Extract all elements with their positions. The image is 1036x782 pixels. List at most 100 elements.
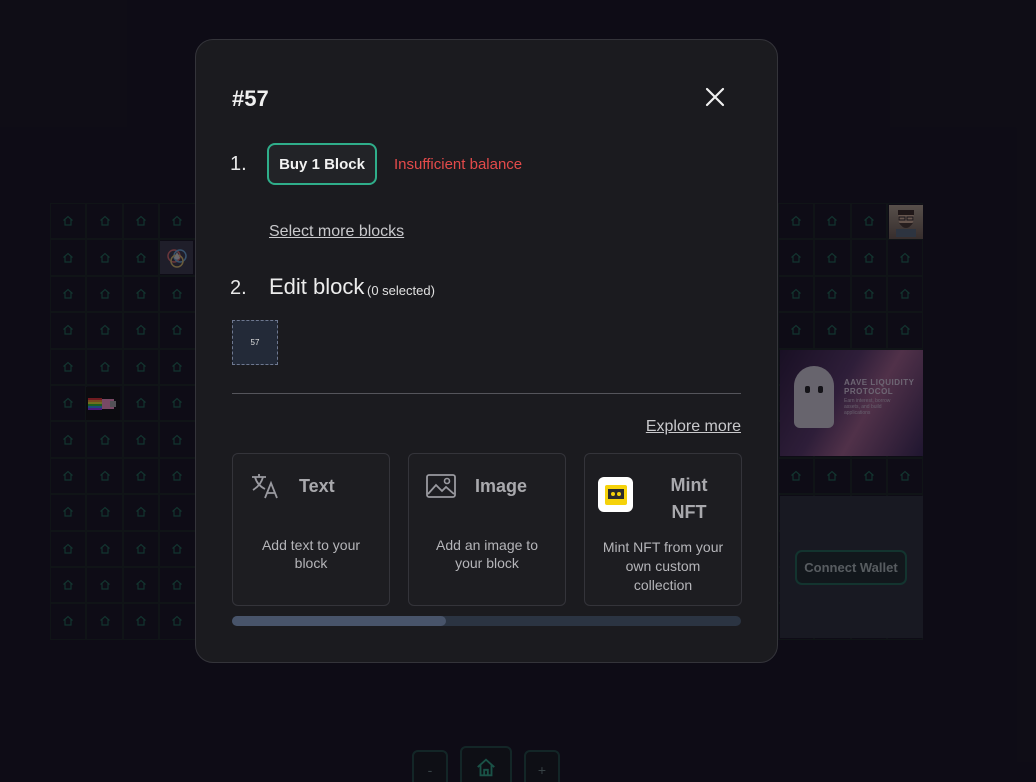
home-button[interactable] [460,746,512,782]
step-1-number: 1. [230,153,247,175]
explore-more-link[interactable]: Explore more [646,418,741,436]
home-icon [863,252,874,263]
grid-block[interactable] [777,203,815,240]
grid-block[interactable] [122,421,160,458]
zoom-in-button[interactable]: + [524,750,560,782]
home-icon [477,758,495,777]
grid-block[interactable] [86,239,123,276]
grid-block[interactable] [50,384,87,422]
grid-block[interactable] [122,603,160,640]
grid-block[interactable] [159,457,196,495]
grid-block[interactable] [86,421,123,458]
home-icon [827,215,838,226]
grid-block[interactable] [50,348,87,385]
grid-block[interactable] [50,275,87,313]
grid-block[interactable] [886,275,924,313]
grid-block[interactable] [850,203,887,240]
image-card[interactable]: Image Add an image to your block [408,453,566,606]
grid-block[interactable] [886,239,924,276]
grid-block[interactable] [159,348,196,385]
grid-block[interactable] [814,275,851,313]
grid-block[interactable] [777,312,815,349]
home-icon [136,252,146,263]
grid-block[interactable] [159,421,196,458]
grid-block[interactable] [122,566,160,604]
buy-block-button[interactable]: Buy 1 Block [267,143,377,185]
grid-block[interactable] [50,603,87,640]
grid-block[interactable] [86,348,123,385]
grid-block[interactable] [886,457,924,495]
home-icon [791,325,801,335]
grid-block[interactable] [86,275,123,313]
grid-block[interactable] [122,203,160,240]
image-icon [426,474,456,498]
eth-logo-block[interactable] [160,241,193,274]
grid-block[interactable] [50,421,87,458]
grid-block[interactable] [50,239,87,276]
grid-block[interactable] [50,312,87,349]
grid-block[interactable] [122,275,160,313]
grid-block[interactable] [122,239,160,276]
grid-block[interactable] [814,203,851,240]
aave-banner-block[interactable]: AAVE LIQUIDITY PROTOCOL Earn interest, b… [780,350,923,456]
grid-block[interactable] [86,566,123,604]
grid-block[interactable] [122,530,160,567]
grid-block[interactable] [50,566,87,604]
grid-block[interactable] [122,312,160,349]
grid-block[interactable] [86,603,123,640]
close-button[interactable] [702,84,728,110]
grid-block[interactable] [850,312,887,349]
grid-block[interactable] [86,203,123,240]
mint-nft-card[interactable]: Mint NFT Mint NFT from your own custom c… [584,453,742,606]
grid-block[interactable] [159,275,196,313]
grid-block[interactable] [122,384,160,422]
grid-block[interactable] [86,457,123,495]
grid-block[interactable] [159,312,196,349]
selected-block-chip[interactable]: 57 [232,320,278,365]
home-icon [791,288,801,299]
grid-block[interactable] [86,312,123,349]
zoom-out-button[interactable]: - [412,750,448,782]
connect-wallet-button[interactable]: Connect Wallet [795,550,907,585]
grid-block[interactable] [850,275,887,313]
grid-block[interactable] [850,457,887,495]
grid-block[interactable] [159,384,196,422]
card-title: Image [475,476,528,496]
grid-block[interactable] [777,239,815,276]
grid-block[interactable] [86,494,123,531]
scrollbar-thumb[interactable] [232,616,446,626]
home-icon [791,470,801,481]
grid-block[interactable] [122,457,160,495]
grid-block[interactable] [122,494,160,531]
home-icon [827,252,838,263]
grid-block[interactable] [777,275,815,313]
grid-block[interactable] [50,457,87,495]
grid-block[interactable] [122,348,160,385]
grid-block[interactable] [886,312,924,349]
grid-block[interactable] [814,239,851,276]
horizontal-scrollbar[interactable] [232,616,741,626]
home-icon [172,215,183,226]
grid-block[interactable] [777,457,815,495]
grid-block[interactable] [159,566,196,604]
grid-block[interactable] [50,494,87,531]
home-icon [99,543,110,554]
home-icon [136,361,146,372]
grid-block[interactable] [159,494,196,531]
home-icon [63,361,74,372]
rainbow-cat-block[interactable] [86,387,120,420]
grid-block[interactable] [86,530,123,567]
grid-block[interactable] [159,603,196,640]
grid-block[interactable] [850,239,887,276]
grid-block[interactable] [159,203,196,240]
grid-block[interactable] [159,530,196,567]
home-icon [172,579,183,590]
grid-block[interactable] [50,203,87,240]
card-description: Mint NFT from your own custom collection [602,539,724,593]
text-card[interactable]: Text Add text to your block [232,453,390,606]
select-more-blocks-link[interactable]: Select more blocks [269,223,404,241]
grid-block[interactable] [814,312,851,349]
grid-block[interactable] [50,530,87,567]
grid-block[interactable] [814,457,851,495]
avatar-block[interactable] [889,205,923,239]
